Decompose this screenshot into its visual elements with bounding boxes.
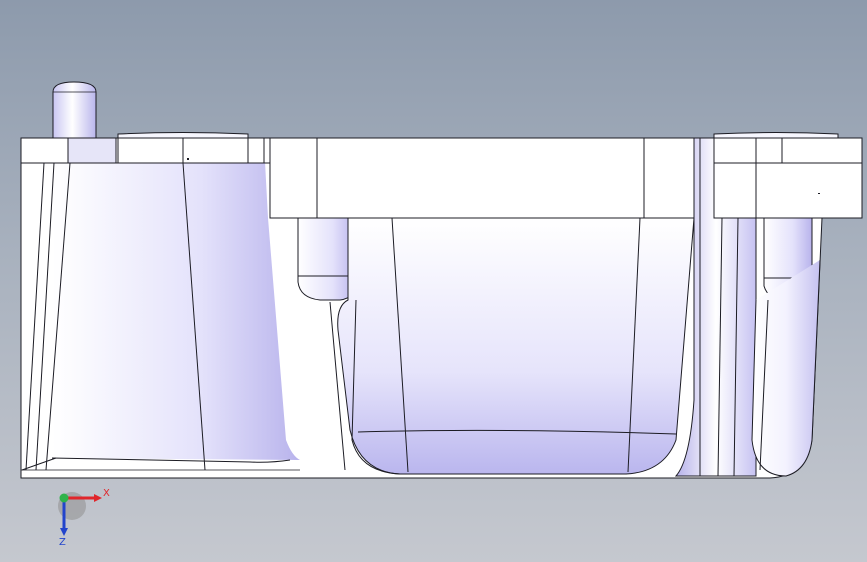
left-column-face bbox=[52, 162, 300, 460]
pin-base bbox=[67, 137, 117, 164]
center-plate bbox=[269, 137, 695, 219]
cad-viewport[interactable]: X Z bbox=[0, 0, 867, 562]
z-axis-label: Z bbox=[59, 537, 66, 548]
locating-pin bbox=[52, 81, 97, 139]
right-flange bbox=[713, 137, 863, 164]
x-axis-label: X bbox=[103, 488, 110, 499]
z-axis-arrow bbox=[60, 528, 68, 536]
left-boss bbox=[117, 132, 249, 139]
left-pocket bbox=[297, 217, 357, 301]
y-axis-dot bbox=[59, 493, 69, 503]
coordinate-triad: X Z bbox=[58, 488, 110, 548]
left-flange bbox=[20, 137, 271, 164]
part-model[interactable] bbox=[0, 0, 867, 562]
x-axis-arrow bbox=[94, 494, 102, 502]
center-cavity bbox=[337, 217, 695, 475]
right-boss bbox=[713, 132, 839, 139]
